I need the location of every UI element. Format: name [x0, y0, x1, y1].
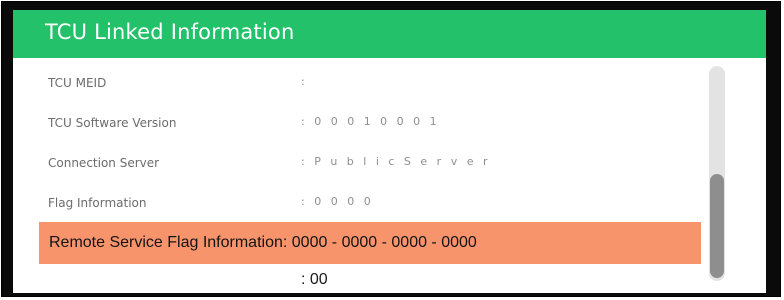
- extra-flag-value: : 00: [301, 271, 328, 288]
- info-label: Connection Server: [48, 156, 160, 170]
- scrollbar-track[interactable]: [709, 66, 725, 281]
- info-row-connection-server: Connection Server : P u b l i c S e r v …: [13, 144, 713, 182]
- info-row-tcu-meid: TCU MEID :: [13, 64, 713, 102]
- info-list: TCU MEID : TCU Software Version : 0 0 0 …: [13, 58, 713, 293]
- info-value: : P u b l i c S e r v e r: [301, 155, 491, 168]
- info-label: Flag Information: [48, 196, 147, 210]
- info-value: : 0 0 0 1 0 0 0 1: [301, 115, 440, 128]
- info-row-software-version: TCU Software Version : 0 0 0 1 0 0 0 1: [13, 104, 713, 142]
- remote-service-flag-text: Remote Service Flag Information: 0000 - …: [49, 234, 477, 251]
- window-frame: TCU Linked Information TCU MEID : TCU So…: [1, 1, 781, 297]
- page-title: TCU Linked Information: [45, 20, 295, 44]
- info-row-flag-information: Flag Information : 0 0 0 0: [13, 184, 713, 222]
- info-label: TCU Software Version: [48, 116, 177, 130]
- scrollbar-thumb[interactable]: [710, 174, 724, 278]
- header-bar: TCU Linked Information: [13, 10, 766, 58]
- info-value: : 0 0 0 0: [301, 195, 374, 208]
- info-label: TCU MEID: [48, 76, 107, 90]
- screen-display: TCU Linked Information TCU MEID : TCU So…: [13, 10, 766, 293]
- remote-service-flag-row: Remote Service Flag Information: 0000 - …: [39, 222, 701, 264]
- info-value: :: [301, 75, 308, 88]
